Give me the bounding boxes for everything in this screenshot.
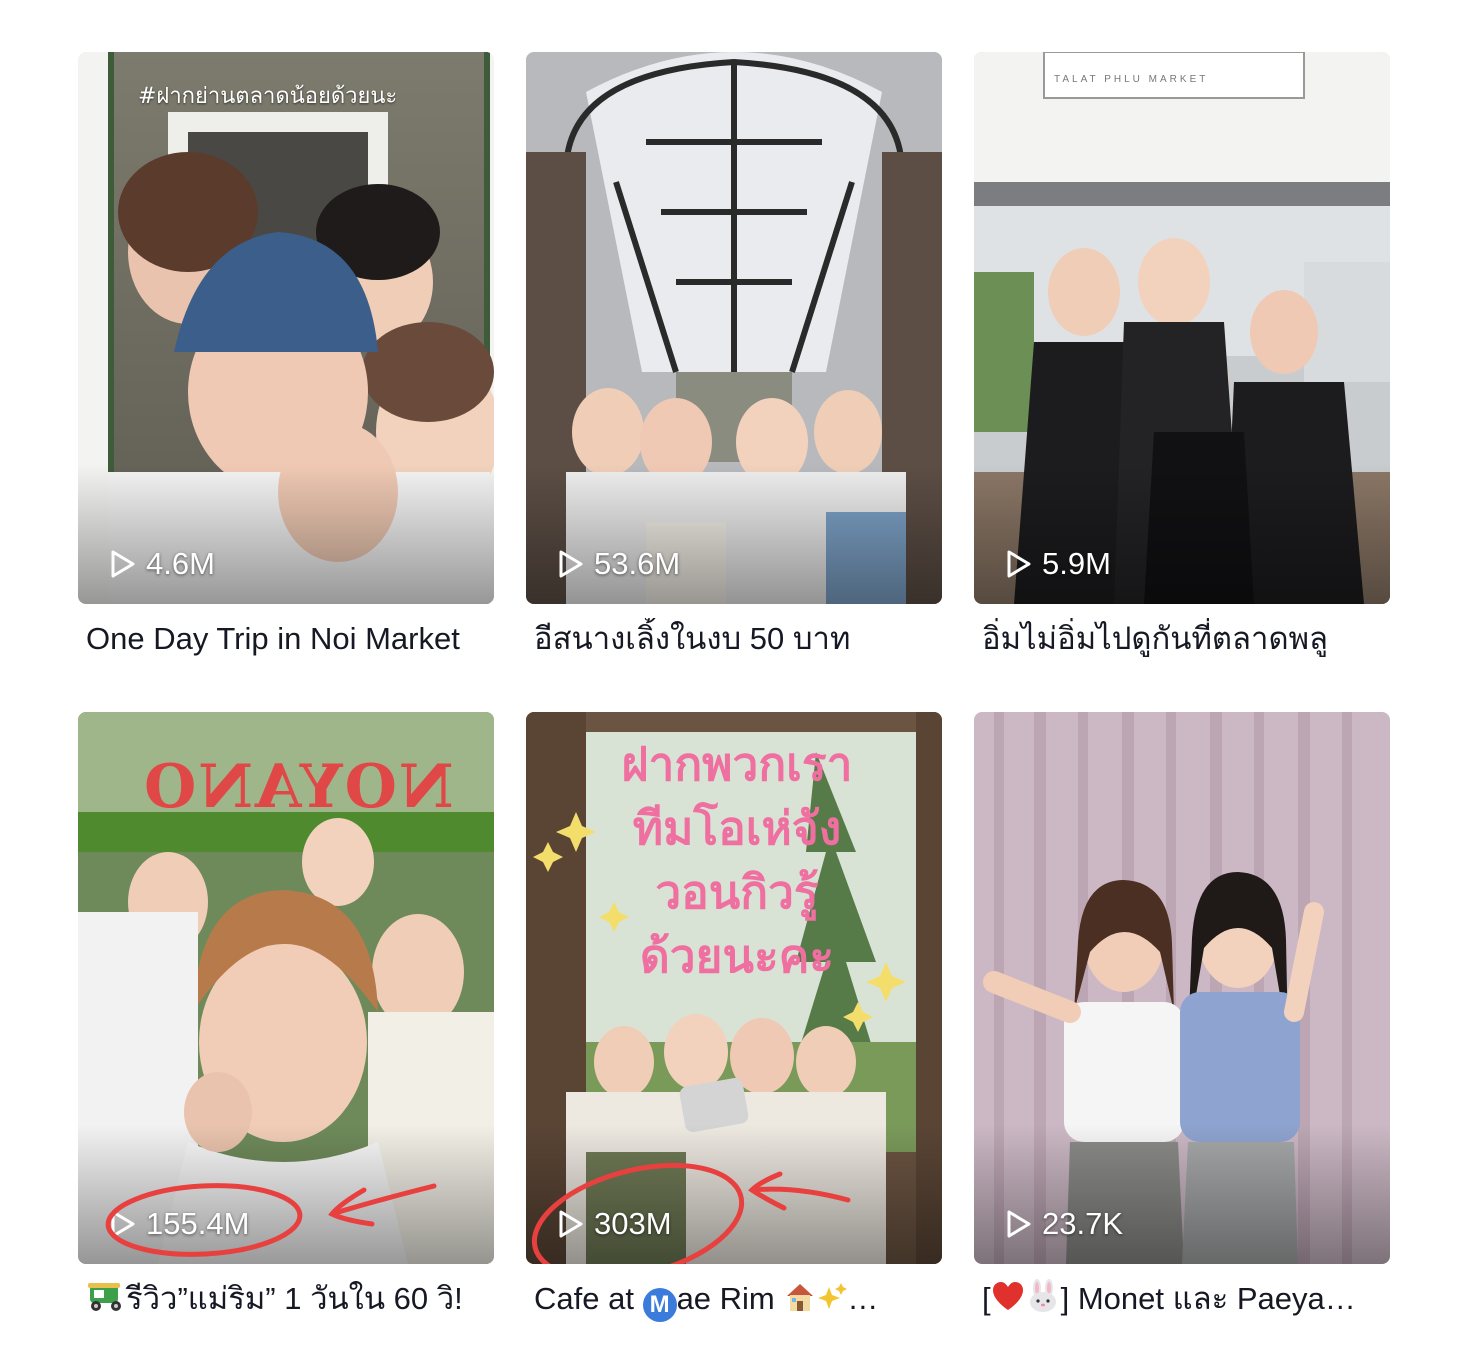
video-thumbnail-4[interactable]: NOYANO 155.4M bbox=[78, 712, 494, 1264]
caption-part: ] Monet และ Paeya… bbox=[1060, 1281, 1356, 1316]
video-card-4[interactable]: NOYANO 155.4M รีวิว”แม่ริม” 1 วันใน 60 ว… bbox=[78, 712, 494, 1332]
view-count: 155.4M bbox=[110, 1206, 249, 1242]
view-count-value: 53.6M bbox=[594, 546, 681, 581]
view-count-value: 303M bbox=[594, 1206, 672, 1241]
tuk-tuk-icon bbox=[86, 1279, 126, 1324]
market-sign-text: TALAT PHLU MARKET bbox=[1054, 74, 1209, 85]
play-icon bbox=[558, 549, 584, 579]
video-thumbnail-5[interactable]: ฝากพวกเรา ทีมโอเห่จัง วอนกิวรู้ ด้วยนะคะ… bbox=[526, 712, 942, 1264]
view-count: 5.9M bbox=[1006, 546, 1111, 582]
view-count: 53.6M bbox=[558, 546, 680, 582]
video-caption[interactable]: อิ่มไม่อิ่มไปดูกันที่ตลาดพลู bbox=[982, 618, 1382, 664]
play-icon bbox=[1006, 549, 1032, 579]
video-card-1[interactable]: #ฝากย่านตลาดน้อยด้วยนะ 4.6M One Day Trip… bbox=[78, 52, 494, 672]
video-card-6[interactable]: 23.7K [ ] Monet และ Paeya… bbox=[974, 712, 1390, 1332]
view-count-value: 5.9M bbox=[1042, 546, 1111, 581]
caption-ellipsis: … bbox=[847, 1281, 879, 1316]
video-caption[interactable]: รีวิว”แม่ริม” 1 วันใน 60 วิ! bbox=[86, 1278, 486, 1324]
video-caption[interactable]: [ ] Monet และ Paeya… bbox=[982, 1278, 1382, 1324]
thumbnail-overlay-text: #ฝากย่านตลาดน้อยด้วยนะ bbox=[138, 84, 398, 109]
video-caption-text: รีวิว”แม่ริม” 1 วันใน 60 วิ! bbox=[126, 1281, 463, 1316]
red-heart-icon bbox=[991, 1281, 1025, 1324]
thumbnail-gradient bbox=[526, 1124, 942, 1264]
view-count: 303M bbox=[558, 1206, 672, 1242]
play-icon bbox=[1006, 1209, 1032, 1239]
play-icon bbox=[558, 1209, 584, 1239]
thumbnail-gradient bbox=[78, 1124, 494, 1264]
metro-m-letter: M bbox=[649, 1291, 670, 1318]
sparkles-icon bbox=[817, 1281, 848, 1324]
caption-part: ae Rim bbox=[676, 1281, 784, 1316]
video-thumbnail-2[interactable]: 53.6M bbox=[526, 52, 942, 604]
video-caption[interactable]: One Day Trip in Noi Market bbox=[86, 618, 486, 664]
video-caption[interactable]: อีสนางเลิ้งในงบ 50 บาท bbox=[534, 618, 934, 664]
caption-part: [ bbox=[982, 1281, 991, 1316]
play-icon bbox=[110, 549, 136, 579]
thumbnail-gradient bbox=[974, 464, 1390, 604]
metro-m-icon: M bbox=[642, 1288, 677, 1322]
handwriting-line-2: ทีมโอเห่จัง bbox=[632, 801, 842, 855]
view-count: 4.6M bbox=[110, 546, 215, 582]
house-icon bbox=[783, 1281, 817, 1324]
rabbit-face-icon bbox=[1025, 1279, 1061, 1324]
video-caption[interactable]: Cafe at Mae Rim … bbox=[534, 1278, 934, 1324]
video-thumbnail-1[interactable]: #ฝากย่านตลาดน้อยด้วยนะ 4.6M bbox=[78, 52, 494, 604]
thumbnail-gradient bbox=[526, 464, 942, 604]
sign-text: NOYANO bbox=[142, 752, 454, 822]
handwriting-line-3: วอนกิวรู้ bbox=[655, 865, 819, 919]
view-count-value: 155.4M bbox=[146, 1206, 250, 1241]
view-count-value: 23.7K bbox=[1042, 1206, 1124, 1241]
view-count-value: 4.6M bbox=[146, 546, 215, 581]
play-icon bbox=[110, 1209, 136, 1239]
thumbnail-gradient bbox=[974, 1124, 1390, 1264]
video-card-2[interactable]: 53.6M อีสนางเลิ้งในงบ 50 บาท bbox=[526, 52, 942, 672]
video-card-5[interactable]: ฝากพวกเรา ทีมโอเห่จัง วอนกิวรู้ ด้วยนะคะ… bbox=[526, 712, 942, 1332]
handwriting-overlay: ฝากพวกเรา ทีมโอเห่จัง วอนกิวรู้ ด้วยนะคะ bbox=[572, 732, 902, 988]
view-count: 23.7K bbox=[1006, 1206, 1123, 1242]
thumbnail-gradient bbox=[78, 464, 494, 604]
video-thumbnail-6[interactable]: 23.7K bbox=[974, 712, 1390, 1264]
video-thumbnail-3[interactable]: TALAT PHLU MARKET 5.9M bbox=[974, 52, 1390, 604]
handwriting-line-1: ฝากพวกเรา bbox=[621, 737, 853, 791]
caption-part: Cafe at bbox=[534, 1281, 643, 1316]
handwriting-line-4: ด้วยนะคะ bbox=[639, 929, 835, 983]
video-card-3[interactable]: TALAT PHLU MARKET 5.9M อิ่มไม่อิ่มไปดูกั… bbox=[974, 52, 1390, 672]
